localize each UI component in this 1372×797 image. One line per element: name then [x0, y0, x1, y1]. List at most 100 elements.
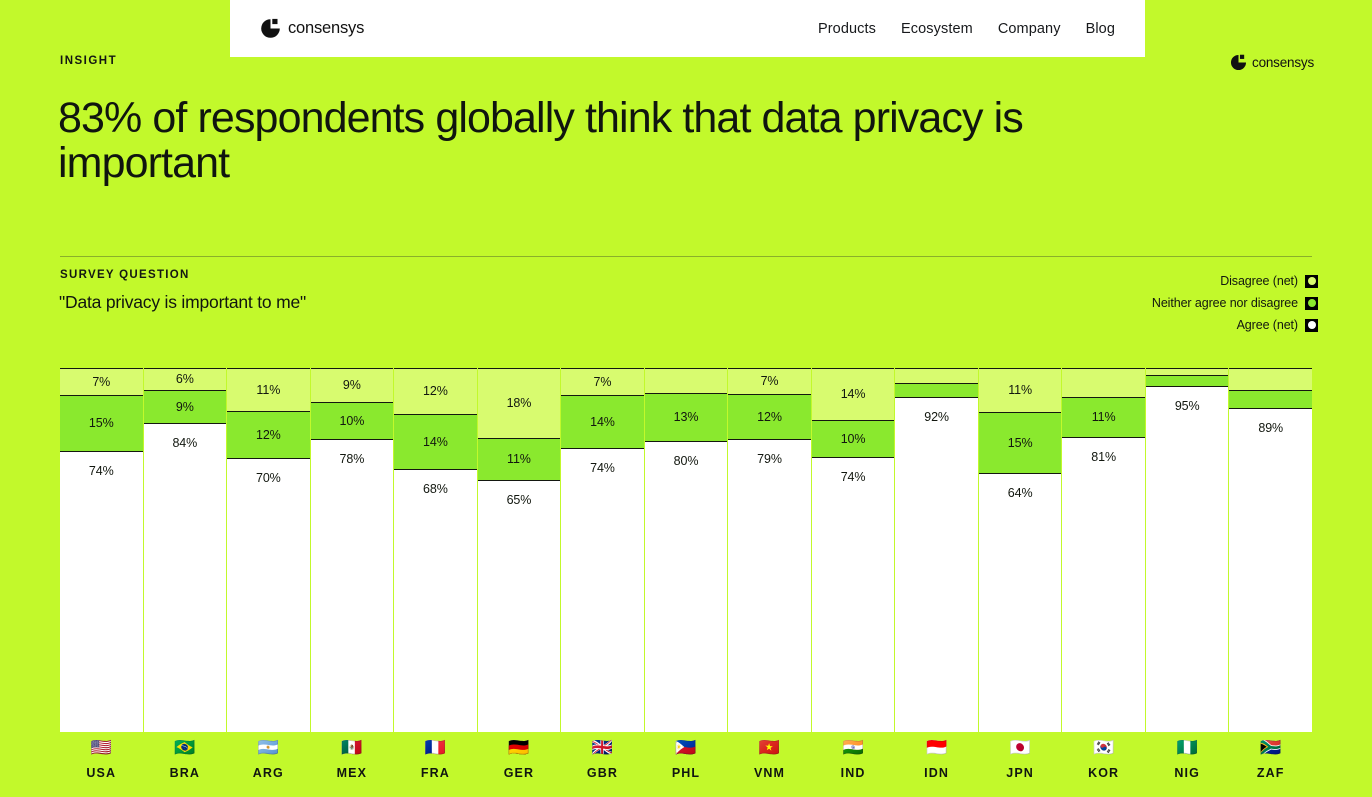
segment-value-label: 7% [760, 374, 779, 389]
bar-segment-disagree: 7% [728, 368, 811, 394]
legend-swatch-neither-icon [1305, 296, 1318, 310]
legend-swatch-disagree-icon [1305, 274, 1318, 288]
country-label: ZAF [1256, 766, 1285, 780]
flag-icon-idn: 🇮🇩 [925, 738, 948, 757]
country-label: BRA [169, 766, 200, 780]
nav-link-products[interactable]: Products [818, 21, 876, 37]
bar-segment-agree: 95% [1145, 386, 1229, 732]
bar-segment-disagree: 6% [143, 368, 227, 391]
axis-tick-arg[interactable]: 🇦🇷 ARG [227, 738, 310, 794]
bar-column-zaf[interactable]: 89% [1229, 368, 1312, 732]
axis-tick-phl[interactable]: 🇵🇭 PHL [645, 738, 728, 794]
survey-question-text: "Data privacy is important to me" [59, 292, 307, 312]
segment-value-label: 11% [1008, 383, 1032, 398]
bar-column-vnm[interactable]: 7% 12% 79% [728, 368, 811, 732]
segment-value-label: 68% [423, 481, 448, 496]
bar-segment-agree: 70% [227, 458, 310, 732]
segment-value-label: 15% [1007, 436, 1033, 451]
axis-tick-zaf[interactable]: 🇿🇦 ZAF [1229, 738, 1312, 794]
axis-tick-ind[interactable]: 🇮🇳 IND [812, 738, 895, 794]
bar-segment-disagree [1229, 368, 1312, 390]
bar-column-ind[interactable]: 14% 10% 74% [811, 368, 895, 732]
bar-segment-neither: 12% [227, 411, 310, 458]
country-label: GER [503, 766, 535, 780]
flag-icon-fra: 🇫🇷 [424, 738, 446, 757]
bar-segment-disagree: 7% [561, 368, 644, 395]
axis-tick-jpn[interactable]: 🇯🇵 JPN [979, 738, 1062, 794]
flag-icon-ger: 🇩🇪 [508, 738, 530, 757]
country-label: USA [86, 766, 117, 780]
segment-value-label: 14% [590, 414, 615, 429]
flag-icon-arg: 🇦🇷 [257, 738, 279, 757]
axis-tick-nig[interactable]: 🇳🇬 NIG [1146, 738, 1229, 794]
flag-icon-kor: 🇰🇷 [1093, 738, 1115, 757]
flag-icon-usa: 🇺🇸 [90, 738, 112, 757]
bar-segment-agree: 74% [811, 457, 895, 732]
bar-column-bra[interactable]: 6% 9% 84% [143, 368, 227, 732]
bar-column-idn[interactable]: 92% [895, 368, 978, 732]
segment-value-label: 9% [175, 399, 194, 414]
axis-tick-ger[interactable]: 🇩🇪 GER [478, 738, 561, 794]
stacked-bar: 7% 14% 74% [561, 368, 644, 732]
axis-tick-fra[interactable]: 🇫🇷 FRA [394, 738, 477, 794]
axis-tick-gbr[interactable]: 🇬🇧 GBR [561, 738, 644, 794]
axis-tick-vnm[interactable]: 🇻🇳 VNM [728, 738, 811, 794]
axis-tick-bra[interactable]: 🇧🇷 BRA [144, 738, 227, 794]
legend-item-agree[interactable]: Agree (net) [1152, 314, 1318, 336]
axis-tick-usa[interactable]: 🇺🇸 USA [60, 738, 143, 794]
bar-column-phl[interactable]: 13% 80% [644, 368, 728, 732]
bar-column-arg[interactable]: 11% 12% 70% [227, 368, 310, 732]
bar-column-ger[interactable]: 18% 11% 65% [477, 368, 561, 732]
segment-value-label: 14% [423, 434, 448, 449]
country-label: KOR [1088, 766, 1120, 780]
brand-wordmark: consensys [288, 19, 365, 37]
bar-segment-agree: 79% [728, 438, 811, 732]
flag-icon-nig: 🇳🇬 [1176, 738, 1198, 757]
consensys-brand[interactable]: consensys [260, 18, 364, 39]
segment-value-label: 18% [506, 396, 532, 411]
segment-value-label: 64% [1007, 486, 1033, 501]
segment-value-label: 12% [757, 409, 782, 424]
segment-value-label: 10% [339, 413, 365, 428]
bar-column-kor[interactable]: 11% 81% [1062, 368, 1145, 732]
bar-segment-disagree: 9% [310, 368, 394, 402]
eyebrow-label: INSIGHT [60, 55, 118, 67]
axis-tick-mex[interactable]: 🇲🇽 MEX [311, 738, 394, 794]
nav-link-blog[interactable]: Blog [1086, 21, 1115, 37]
segment-value-label: 11% [1091, 410, 1116, 425]
bar-column-nig[interactable]: 95% [1145, 368, 1229, 732]
nav-link-ecosystem[interactable]: Ecosystem [901, 21, 973, 37]
chart-legend: Disagree (net) Neither agree nor disagre… [1152, 270, 1318, 336]
flag-icon-gbr: 🇬🇧 [591, 738, 614, 757]
bar-column-fra[interactable]: 12% 14% 68% [394, 368, 477, 732]
corner-consensys-logo: consensys [1230, 54, 1314, 71]
segment-value-label: 70% [255, 471, 281, 485]
segment-value-label: 78% [339, 452, 365, 467]
stacked-bar: 95% [1145, 368, 1229, 732]
legend-item-neither[interactable]: Neither agree nor disagree [1152, 292, 1318, 314]
bar-column-usa[interactable]: 7% 15% 74% [60, 368, 143, 732]
segment-value-label: 7% [593, 374, 612, 389]
segment-value-label: 80% [673, 453, 699, 468]
stacked-bar: 13% 80% [644, 368, 728, 732]
segment-value-label: 95% [1174, 399, 1200, 414]
legend-item-disagree[interactable]: Disagree (net) [1152, 270, 1318, 292]
country-label: GBR [586, 766, 618, 780]
nav-link-company[interactable]: Company [998, 21, 1061, 37]
bar-column-gbr[interactable]: 7% 14% 74% [561, 368, 644, 732]
flag-icon-vnm: 🇻🇳 [758, 738, 781, 757]
bar-segment-neither: 11% [477, 437, 561, 481]
bar-segment-disagree: 18% [477, 368, 561, 438]
segment-value-label: 11% [256, 382, 281, 397]
segment-value-label: 7% [92, 374, 111, 389]
bar-column-mex[interactable]: 9% 10% 78% [310, 368, 394, 732]
corner-brand-wordmark: consensys [1252, 55, 1314, 70]
axis-tick-kor[interactable]: 🇰🇷 KOR [1062, 738, 1145, 794]
axis-tick-idn[interactable]: 🇮🇩 IDN [895, 738, 978, 794]
bar-segment-disagree [1062, 368, 1145, 398]
stacked-bar-chart: 7% 15% 74% 6% 9% 84% 11% 12% 70% 9% 10% 78% 12% 14% 68… [60, 368, 1312, 732]
segment-value-label: 13% [673, 410, 699, 425]
bar-column-jpn[interactable]: 11% 15% 64% [978, 368, 1062, 732]
segment-value-label: 74% [590, 461, 615, 476]
bar-segment-disagree: 14% [811, 368, 895, 420]
